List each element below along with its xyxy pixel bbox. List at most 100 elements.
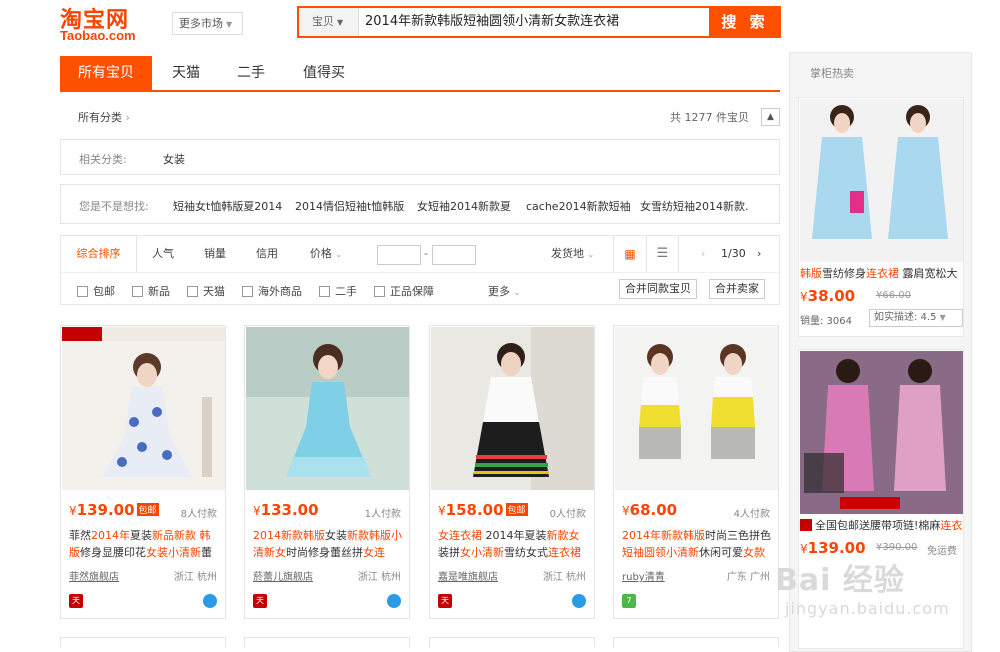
dress-photo	[615, 327, 778, 490]
suggestion-link[interactable]: cache2014新款短袖	[526, 198, 631, 214]
product-image[interactable]	[615, 327, 778, 490]
checkbox-icon[interactable]	[319, 286, 330, 297]
tab-tmall[interactable]: 天猫	[152, 56, 220, 90]
watermark-big: Bai 经验	[775, 563, 905, 598]
wangwang-chat-icon[interactable]	[203, 594, 217, 608]
product-card[interactable]: ¥158.00 包邮 0人付款 女连衣裙 2014年夏装新款女装拼女小清新雪纺女式…	[429, 325, 595, 619]
product-title[interactable]: 2014新款韩版女装新款韩版小清新女时尚修身蕾丝拼女连	[253, 527, 405, 561]
grid-view-icon[interactable]: ▦	[613, 236, 646, 272]
title-part: 女装	[146, 546, 168, 559]
collapse-button[interactable]: ▲	[761, 108, 780, 126]
merge-same-button[interactable]: 合并同款宝贝	[619, 279, 697, 299]
sidebar-product[interactable]: 韩版雪纺修身连衣裙 露肩宽松大 ¥38.00 ¥66.00 销量: 3064 如…	[798, 97, 964, 337]
next-page-icon[interactable]: ›	[757, 236, 761, 272]
product-card[interactable]: ¥133.00 1人付款 2014新款韩版女装新款韩版小清新女时尚修身蕾丝拼女连…	[244, 325, 410, 619]
checkbox-icon[interactable]	[187, 286, 198, 297]
checkbox-icon[interactable]	[132, 286, 143, 297]
filter-new[interactable]: 新品	[132, 283, 170, 299]
tmall-badge-icon[interactable]: 天	[438, 594, 452, 608]
title-part: 新款	[347, 529, 369, 542]
title-part: 菲然	[69, 529, 91, 542]
tab-all[interactable]: 所有宝贝	[60, 56, 152, 90]
more-market-dropdown[interactable]: 更多市场 ▼	[172, 12, 243, 35]
title-part: 夏装	[524, 529, 547, 542]
sort-price-label: 价格	[309, 247, 332, 260]
sidebar-product-title[interactable]: 全国包邮送腰带项链!棉麻连衣	[800, 517, 964, 533]
sort-popularity[interactable]: 人气	[139, 236, 187, 272]
suggestion-link[interactable]: 女雪纺短袖2014新款.	[640, 198, 749, 214]
suggestion-link[interactable]: 短袖女t恤韩版夏2014	[173, 198, 282, 214]
related-category-link[interactable]: 女装	[163, 151, 185, 167]
product-title[interactable]: 女连衣裙 2014年夏装新款女装拼女小清新雪纺女式连衣裙	[438, 527, 590, 561]
wangwang-chat-icon[interactable]	[572, 594, 586, 608]
shop-link[interactable]: 嘉是唯旗舰店	[438, 568, 498, 583]
sort-price[interactable]: 价格 ⌄	[301, 236, 351, 272]
dress-photo	[800, 351, 963, 514]
filter-tmall[interactable]: 天猫	[187, 283, 225, 299]
search-button[interactable]: 搜 索	[709, 6, 781, 38]
tab-secondhand[interactable]: 二手	[220, 56, 282, 90]
suggestion-link[interactable]: 女短袖2014新款夏	[417, 198, 511, 214]
dress-photo	[62, 327, 225, 490]
filter-label: 二手	[335, 285, 357, 298]
dress-photo	[431, 327, 594, 490]
tab-worth-buying[interactable]: 值得买	[282, 56, 366, 90]
more-filters-button[interactable]: 更多 ⌄	[488, 283, 520, 299]
product-image[interactable]	[62, 327, 225, 490]
product-card-peek	[60, 637, 226, 647]
product-title[interactable]: 菲然2014年夏装新品新款 韩版修身显腰印花女装小清新蕾	[69, 527, 221, 561]
title-part: 韩版	[683, 529, 705, 542]
search-input[interactable]: 2014年新款韩版短袖圆领小清新女款连衣裙	[365, 8, 619, 36]
shop-link[interactable]: ruby清青	[622, 568, 665, 583]
checkbox-icon[interactable]	[374, 286, 385, 297]
seller-badge-icon[interactable]: 7	[622, 594, 636, 608]
tmall-badge-icon[interactable]: 天	[69, 594, 83, 608]
sidebar-product-image[interactable]	[800, 99, 963, 262]
sidebar-product-title[interactable]: 韩版雪纺修身连衣裙 露肩宽松大	[800, 265, 964, 281]
list-view-icon[interactable]: ☰	[646, 236, 679, 272]
product-image[interactable]	[431, 327, 594, 490]
title-part: 小清新	[666, 546, 699, 559]
title-part: 女	[438, 529, 449, 542]
chevron-down-icon: ▼	[337, 18, 344, 27]
price-value: 139.00	[76, 501, 135, 519]
yen-sign: ¥	[69, 504, 77, 518]
sort-credit[interactable]: 信用	[245, 236, 289, 272]
search-type-dropdown[interactable]: 宝贝 ▼	[299, 8, 359, 36]
checkbox-icon[interactable]	[242, 286, 253, 297]
sort-default[interactable]: 综合排序	[61, 236, 137, 272]
merge-seller-button[interactable]: 合并卖家	[709, 279, 765, 299]
prev-page-icon[interactable]: ‹	[701, 236, 705, 272]
filter-genuine[interactable]: 正品保障	[374, 283, 434, 299]
shop-link[interactable]: 菲然旗舰店	[69, 568, 119, 583]
shop-link[interactable]: 菸蕾儿旗舰店	[253, 568, 313, 583]
rating-dropdown[interactable]: 如实描述: 4.5 ▼	[869, 309, 963, 327]
filter-secondhand[interactable]: 二手	[319, 283, 357, 299]
sort-sales[interactable]: 销量	[193, 236, 237, 272]
title-part: 小清新	[471, 546, 504, 559]
chevron-down-icon: ⌄	[587, 250, 595, 259]
title-part: 女	[568, 529, 580, 542]
product-card[interactable]: ¥139.00 包邮 8人付款 菲然2014年夏装新品新款 韩版修身显腰印花女装小…	[60, 325, 226, 619]
tmall-badge-icon[interactable]: 天	[253, 594, 267, 608]
title-part: 雪纺女式	[504, 546, 548, 559]
ship-from-dropdown[interactable]: 发货地 ⌄	[551, 236, 594, 272]
price-min-input[interactable]	[377, 245, 421, 265]
yen-sign: ¥	[800, 290, 808, 304]
all-categories-link[interactable]: 所有分类 ›	[78, 109, 130, 125]
search-box[interactable]: 宝贝 ▼ 2014年新款韩版短袖圆领小清新女款连衣裙	[297, 6, 709, 38]
title-part: 露肩宽松大	[899, 267, 958, 280]
title-part: 韩版	[800, 267, 822, 280]
suggestion-link[interactable]: 2014情侣短袖t恤韩版	[295, 198, 404, 214]
checkbox-icon[interactable]	[77, 286, 88, 297]
sidebar-product-image[interactable]	[800, 351, 963, 514]
price-value: 38.00	[807, 287, 856, 305]
wangwang-chat-icon[interactable]	[387, 594, 401, 608]
title-part: 连衣裙	[866, 267, 899, 280]
price-max-input[interactable]	[432, 245, 476, 265]
filter-overseas[interactable]: 海外商品	[242, 283, 302, 299]
product-image[interactable]	[246, 327, 409, 490]
taobao-logo-en[interactable]: Taobao.com	[60, 28, 136, 43]
page-indicator: 1/30	[721, 247, 746, 260]
filter-free-ship[interactable]: 包邮	[77, 283, 115, 299]
